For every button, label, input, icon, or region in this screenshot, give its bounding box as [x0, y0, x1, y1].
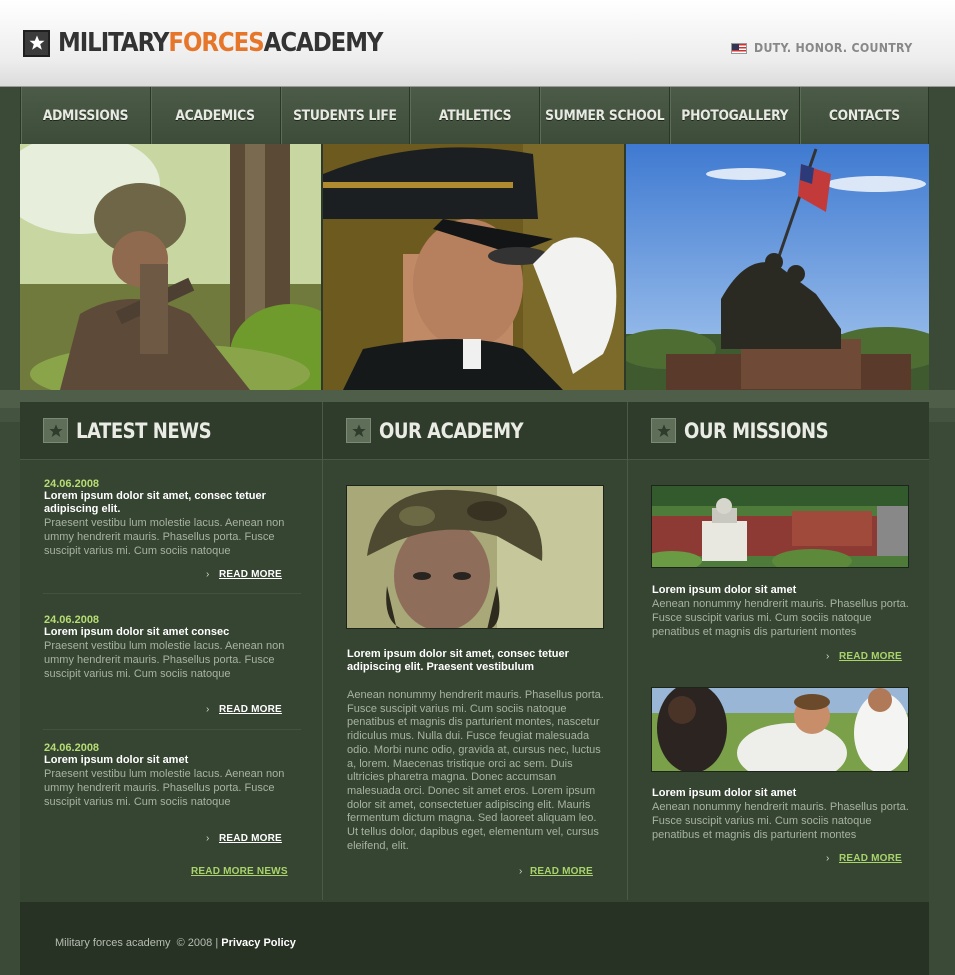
- read-more-link[interactable]: READ MORE: [839, 651, 902, 662]
- our-missions-column: OUR MISSIONS Lorem ipsum dolor sit amet …: [627, 402, 929, 900]
- copyright-text: Military forces academy © 2008 |: [55, 937, 219, 949]
- content-area: LATEST NEWS 24.06.2008 Lorem ipsum dolor…: [20, 402, 929, 902]
- news-body: Praesent vestibu lum molestie lacus. Aen…: [44, 517, 285, 557]
- star-icon: [651, 418, 676, 443]
- site-footer: Military forces academy © 2008 | Privacy…: [20, 902, 929, 975]
- nav-item-admissions[interactable]: ADMISSIONS: [21, 87, 151, 144]
- banner-photo-soldier-aiming: [20, 144, 323, 390]
- news-headline: Lorem ipsum dolor sit amet: [44, 754, 189, 766]
- nav-label: SUMMER SCHOOL: [545, 107, 665, 124]
- nav-item-photogallery[interactable]: PHOTOGALLERY: [670, 87, 801, 144]
- our-missions-header: OUR MISSIONS: [628, 402, 929, 460]
- mission-photo-students: [651, 687, 909, 772]
- logo-part-military: MILITARY: [58, 28, 169, 58]
- site-header: MILITARYFORCESACADEMY DUTY. HONOR. COUNT…: [0, 0, 955, 87]
- academy-headline: Lorem ipsum dolor sit amet, consec tetue…: [347, 648, 569, 673]
- news-item: 24.06.2008 Lorem ipsum dolor sit amet co…: [44, 614, 294, 681]
- read-more-link[interactable]: READ MORE: [219, 569, 282, 580]
- arrow-right-icon: ›: [519, 866, 523, 877]
- news-item: 24.06.2008 Lorem ipsum dolor sit amet, c…: [44, 478, 294, 558]
- our-academy-column: OUR ACADEMY Lorem ipsum dolor sit amet, …: [322, 402, 627, 900]
- news-headline: Lorem ipsum dolor sit amet, consec tetue…: [44, 490, 266, 515]
- read-more-link[interactable]: READ MORE: [530, 866, 593, 877]
- nav-label: PHOTOGALLERY: [681, 107, 789, 124]
- arrow-right-icon: ›: [206, 569, 210, 580]
- latest-news-header: LATEST NEWS: [20, 402, 322, 460]
- latest-news-column: LATEST NEWS 24.06.2008 Lorem ipsum dolor…: [20, 402, 322, 900]
- read-more-link[interactable]: READ MORE: [839, 853, 902, 864]
- star-icon: [346, 418, 371, 443]
- nav-label: ATHLETICS: [438, 107, 512, 124]
- star-icon: [43, 418, 68, 443]
- read-more-news-link[interactable]: READ MORE NEWS: [191, 866, 288, 877]
- section-title: LATEST NEWS: [76, 418, 212, 443]
- arrow-right-icon: ›: [826, 853, 830, 864]
- section-title: OUR ACADEMY: [379, 418, 524, 443]
- footer-text: Military forces academy © 2008 | Privacy…: [55, 937, 296, 949]
- divider: [43, 593, 301, 594]
- academy-body: Aenean nonummy hendrerit mauris. Phasell…: [347, 689, 604, 852]
- news-body: Praesent vestibu lum molestie lacus. Aen…: [44, 640, 285, 680]
- hero-banner: [20, 144, 929, 390]
- mission-body: Aenean nonummy hendrerit mauris. Phasell…: [652, 598, 909, 638]
- banner-photo-saluting-officer: [323, 144, 626, 390]
- nav-item-contacts[interactable]: CONTACTS: [800, 87, 929, 144]
- site-logo[interactable]: MILITARYFORCESACADEMY: [23, 28, 427, 58]
- mission-headline: Lorem ipsum dolor sit amet: [652, 584, 797, 596]
- motto-text: DUTY. HONOR. COUNTRY: [753, 41, 913, 55]
- news-item: 24.06.2008 Lorem ipsum dolor sit amet Pr…: [44, 742, 294, 809]
- news-date: 24.06.2008: [44, 478, 100, 490]
- arrow-right-icon: ›: [206, 833, 210, 844]
- nav-label: CONTACTS: [828, 107, 900, 124]
- main-nav: ADMISSIONS ACADEMICS STUDENTS LIFE ATHLE…: [20, 87, 929, 144]
- nav-label: ACADEMICS: [175, 107, 256, 124]
- news-date: 24.06.2008: [44, 742, 100, 754]
- nav-item-academics[interactable]: ACADEMICS: [151, 87, 281, 144]
- banner-photo-iwo-jima-memorial: [626, 144, 929, 390]
- nav-item-students-life[interactable]: STUDENTS LIFE: [281, 87, 411, 144]
- mission-photo-campus: [651, 485, 909, 568]
- news-headline: Lorem ipsum dolor sit amet consec: [44, 626, 230, 638]
- arrow-right-icon: ›: [826, 651, 830, 662]
- star-icon: [23, 29, 50, 57]
- divider: [43, 729, 301, 730]
- us-flag-icon: [730, 42, 747, 54]
- read-more-link[interactable]: READ MORE: [219, 704, 282, 715]
- news-body: Praesent vestibu lum molestie lacus. Aen…: [44, 768, 285, 808]
- mission-body: Aenean nonummy hendrerit mauris. Phasell…: [652, 801, 909, 841]
- logo-part-forces: FORCES: [168, 28, 264, 58]
- privacy-policy-link[interactable]: Privacy Policy: [221, 937, 296, 949]
- read-more-link[interactable]: READ MORE: [219, 833, 282, 844]
- arrow-right-icon: ›: [206, 704, 210, 715]
- news-date: 24.06.2008: [44, 614, 100, 626]
- nav-item-athletics[interactable]: ATHLETICS: [410, 87, 541, 144]
- logo-part-academy: ACADEMY: [263, 28, 384, 58]
- mission-headline: Lorem ipsum dolor sit amet: [652, 787, 797, 799]
- logo-text: MILITARYFORCESACADEMY: [58, 28, 384, 58]
- nav-label: ADMISSIONS: [42, 107, 129, 124]
- section-title: OUR MISSIONS: [684, 418, 829, 443]
- nav-item-summer-school[interactable]: SUMMER SCHOOL: [540, 87, 671, 144]
- nav-label: STUDENTS LIFE: [293, 107, 397, 124]
- motto: DUTY. HONOR. COUNTRY: [730, 41, 926, 55]
- our-academy-header: OUR ACADEMY: [323, 402, 627, 460]
- academy-photo-female-soldier: [346, 485, 604, 629]
